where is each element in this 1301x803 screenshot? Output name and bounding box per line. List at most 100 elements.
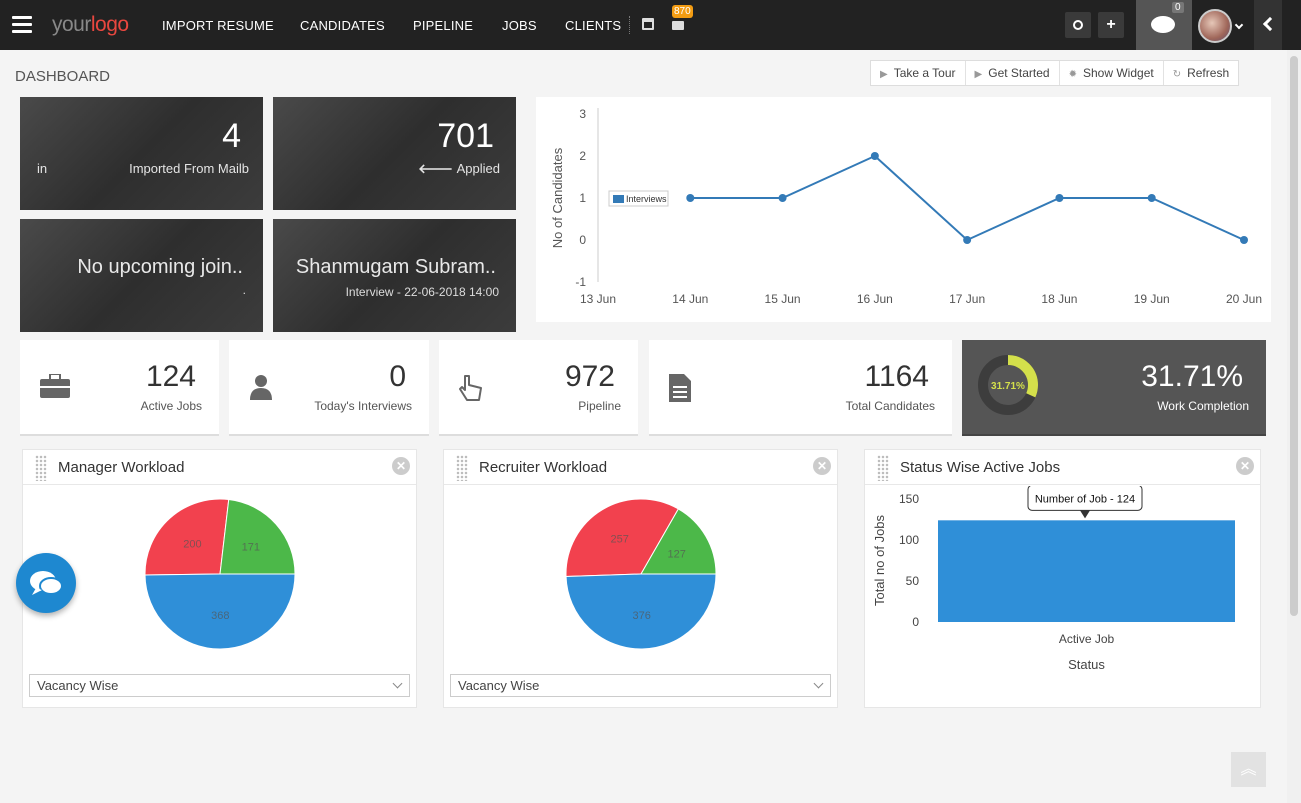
close-icon[interactable]: ✕ — [1236, 457, 1254, 475]
legend-swatch — [613, 195, 624, 203]
drag-handle-icon[interactable] — [35, 455, 47, 481]
search-button[interactable] — [1065, 12, 1091, 38]
panel-header: Status Wise Active Jobs ✕ — [865, 450, 1260, 485]
add-button[interactable]: + — [1098, 12, 1124, 38]
get-started-button[interactable]: ▶ Get Started — [966, 61, 1060, 85]
stat-label: Work Completion — [1157, 399, 1249, 413]
briefcase-icon — [40, 374, 70, 398]
document-icon — [669, 374, 691, 402]
x-tick-label: 13 Jun — [580, 292, 616, 306]
hamburger-menu-icon[interactable] — [12, 16, 32, 34]
nav-clients[interactable]: CLIENTS — [565, 18, 621, 33]
stat-active-jobs[interactable]: 124 Active Jobs — [20, 340, 219, 436]
x-tick-label: 14 Jun — [672, 292, 708, 306]
close-icon[interactable]: ✕ — [392, 457, 410, 475]
joining-tile[interactable]: No upcoming join.. . — [20, 219, 263, 332]
scrollbar[interactable] — [1287, 50, 1301, 803]
data-point — [778, 194, 787, 202]
play-icon: ▶ — [880, 69, 888, 80]
chevron-down-icon — [813, 678, 824, 689]
y-axis-title: Total no of Jobs — [872, 514, 887, 606]
calendar-icon[interactable] — [642, 18, 654, 30]
legend-label: Interviews — [626, 194, 667, 204]
user-icon — [250, 375, 272, 400]
hand-pointer-icon — [459, 375, 482, 401]
stat-work-completion[interactable]: 31.71% 31.71% Work Completion — [962, 340, 1266, 436]
refresh-button[interactable]: ↻ Refresh — [1164, 61, 1238, 85]
stat-value: 972 — [564, 360, 615, 393]
pie-slice-label: 257 — [611, 534, 629, 546]
page-title: DASHBOARD — [15, 68, 111, 85]
interviews-line-chart-panel: -1 0 1 2 3 13 Jun 14 Jun 15 Jun 16 Jun 17 Jun 18 J… — [536, 97, 1271, 322]
recruiter-workload-pie: 257 127 376 — [565, 498, 717, 650]
panel-title: Manager Workload — [58, 459, 185, 476]
stat-todays-interviews[interactable]: 0 Today's Interviews — [229, 340, 429, 436]
work-completion-ring: 31.71% — [978, 355, 1038, 415]
action-bar: ▶ Take a Tour ▶ Get Started ✹ Show Widget ↻… — [870, 60, 1240, 86]
collapse-panel-button[interactable] — [1254, 0, 1282, 50]
data-point — [963, 236, 972, 244]
play-icon: ▶ — [974, 69, 983, 80]
stat-pipeline[interactable]: 972 Pipeline — [439, 340, 638, 436]
y-tick-label: 0 — [579, 233, 586, 247]
close-icon[interactable]: ✕ — [813, 457, 831, 475]
data-point — [1240, 236, 1248, 244]
manager-workload-pie: 200 171 368 — [144, 498, 296, 650]
x-tick-label: 18 Jun — [1041, 292, 1077, 306]
y-tick-label: 100 — [899, 533, 919, 547]
vacancy-select[interactable]: Vacancy Wise — [450, 674, 831, 697]
drag-handle-icon[interactable] — [456, 455, 468, 481]
chat-button[interactable]: 0 — [1136, 0, 1192, 50]
applied-label-wrap: 🡐 Applied — [418, 161, 500, 177]
x-tick-label: 17 Jun — [949, 292, 985, 306]
data-point — [1147, 194, 1156, 202]
interview-tile[interactable]: Shanmugam Subram.. Interview - 22-06-201… — [273, 219, 516, 332]
stat-label: Pipeline — [578, 399, 621, 413]
y-tick-label: 150 — [899, 492, 919, 506]
pie-slice-label: 376 — [633, 610, 651, 622]
drag-handle-icon[interactable] — [877, 455, 889, 481]
manager-workload-panel: Manager Workload ✕ 200 171 368 Vacancy Wis… — [22, 449, 417, 708]
x-tick-label: 19 Jun — [1134, 292, 1170, 306]
interview-name: Shanmugam Subram.. — [295, 256, 496, 278]
vacancy-select[interactable]: Vacancy Wise — [29, 674, 410, 697]
imported-tile[interactable]: 4 in Imported From Mailb — [20, 97, 263, 210]
stat-total-candidates[interactable]: 1164 Total Candidates — [649, 340, 952, 436]
chevron-down-icon — [392, 678, 403, 689]
x-tick-label: 20 Jun — [1226, 292, 1262, 306]
status-bar-chart: 0 50 100 150 Total no of Jobs Active Job Statu… — [872, 486, 1235, 672]
scrollbar-thumb[interactable] — [1290, 56, 1298, 616]
nav-import-resume[interactable]: IMPORT RESUME — [162, 18, 274, 33]
pie-slice — [144, 498, 230, 576]
pie-slice-label: 171 — [242, 542, 260, 554]
applied-tile[interactable]: 701 🡐 Applied — [273, 97, 516, 210]
ring-label: 31.71% — [991, 381, 1025, 392]
double-chevron-up-icon: ︽ — [1240, 761, 1257, 778]
arrow-left-icon: 🡐 — [418, 161, 457, 176]
interview-detail: Interview - 22-06-2018 14:00 — [345, 285, 499, 299]
stat-label: Active Jobs — [140, 399, 202, 413]
y-tick-label: 0 — [912, 615, 919, 629]
nav-pipeline[interactable]: PIPELINE — [413, 18, 473, 33]
scroll-to-top-button[interactable]: ︽ — [1231, 752, 1266, 787]
avatar[interactable] — [1198, 9, 1232, 43]
logo[interactable]: yourlogo — [52, 13, 129, 37]
nav-candidates[interactable]: CANDIDATES — [300, 18, 385, 33]
show-widget-button[interactable]: ✹ Show Widget — [1060, 61, 1164, 85]
top-navbar: yourlogo IMPORT RESUME CANDIDATES PIPELI… — [0, 0, 1301, 50]
pie-slice-label: 200 — [183, 538, 201, 550]
applied-label: Applied — [456, 161, 500, 176]
panel-title: Recruiter Workload — [479, 459, 608, 476]
mail-icon[interactable] — [672, 21, 684, 30]
joining-text: No upcoming join.. — [77, 256, 243, 278]
data-point — [1055, 194, 1064, 202]
tooltip-text: Number of Job - 124 — [1035, 493, 1135, 505]
stat-value: 124 — [145, 360, 196, 393]
tooltip-pointer — [1080, 510, 1090, 519]
live-chat-button[interactable] — [16, 553, 76, 613]
y-tick-label: 3 — [579, 107, 586, 121]
chevron-down-icon[interactable] — [1234, 20, 1244, 30]
data-point — [686, 194, 695, 202]
nav-jobs[interactable]: JOBS — [502, 18, 537, 33]
take-a-tour-button[interactable]: ▶ Take a Tour — [871, 61, 966, 85]
